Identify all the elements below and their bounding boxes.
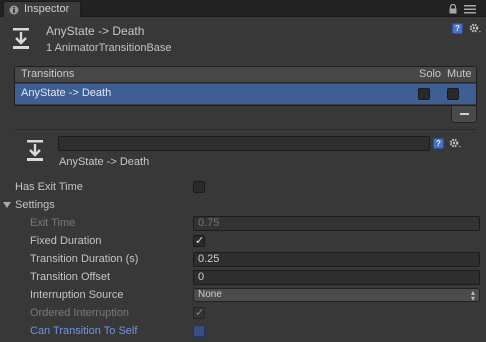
gear-icon[interactable] (449, 137, 461, 149)
info-icon (9, 5, 19, 15)
checkmark-icon: ✓ (195, 307, 205, 319)
checkmark-icon: ✓ (195, 235, 205, 247)
remove-transition-button[interactable] (451, 106, 477, 123)
fixed-duration-label: Fixed Duration (30, 235, 102, 247)
transition-name-input[interactable] (58, 136, 430, 151)
tab-label: Inspector (24, 3, 70, 15)
solo-column-header: Solo (419, 68, 442, 80)
header-subtitle: 1 AnimatorTransitionBase (46, 42, 172, 54)
transition-offset-field[interactable]: 0 (193, 270, 480, 285)
interruption-source-value: None (198, 289, 222, 300)
ordered-interruption-checkbox: ✓ (193, 307, 205, 319)
transition-icon (27, 140, 43, 161)
transitions-heading: Transitions (21, 68, 75, 80)
help-icon[interactable]: ? (433, 138, 444, 149)
can-transition-to-self-label: Can Transition To Self (30, 325, 138, 337)
minus-icon (460, 113, 469, 115)
gear-icon[interactable] (469, 22, 481, 34)
solo-checkbox[interactable] (418, 88, 430, 100)
dropdown-arrows-icon: ▴ ▾ (470, 288, 475, 303)
transition-icon (13, 28, 29, 49)
list-item[interactable]: AnyState -> Death (15, 84, 476, 104)
ordered-interruption-label: Ordered Interruption (30, 307, 130, 319)
header-title: AnyState -> Death (46, 24, 145, 38)
mute-checkbox[interactable] (447, 88, 459, 100)
transition-detail-label: AnyState -> Death (59, 156, 150, 168)
has-exit-time-checkbox[interactable] (193, 181, 205, 193)
can-transition-to-self-checkbox[interactable] (193, 325, 205, 337)
settings-foldout[interactable]: Settings (15, 199, 55, 211)
interruption-source-label: Interruption Source (30, 289, 124, 301)
exit-time-field: 0.75 (193, 216, 480, 231)
tab-inspector[interactable]: Inspector (3, 1, 81, 17)
transition-offset-label: Transition Offset (30, 271, 111, 283)
has-exit-time-label: Has Exit Time (15, 181, 83, 193)
exit-time-label: Exit Time (30, 217, 76, 229)
mute-column-header: Mute (447, 68, 472, 80)
transition-row-label: AnyState -> Death (21, 87, 112, 99)
interruption-source-dropdown[interactable]: None ▴ ▾ (193, 288, 480, 303)
transitions-list-header: Transitions Solo Mute (15, 67, 476, 83)
transition-duration-label: Transition Duration (s) (30, 253, 139, 265)
lock-icon[interactable] (448, 4, 458, 14)
transition-duration-field[interactable]: 0.25 (193, 252, 480, 267)
transitions-list: Transitions Solo Mute AnyState -> Death (14, 66, 477, 106)
help-icon[interactable]: ? (452, 23, 463, 34)
fixed-duration-checkbox[interactable]: ✓ (193, 235, 205, 247)
foldout-arrow-icon[interactable] (3, 200, 11, 208)
menu-icon[interactable] (464, 4, 476, 14)
